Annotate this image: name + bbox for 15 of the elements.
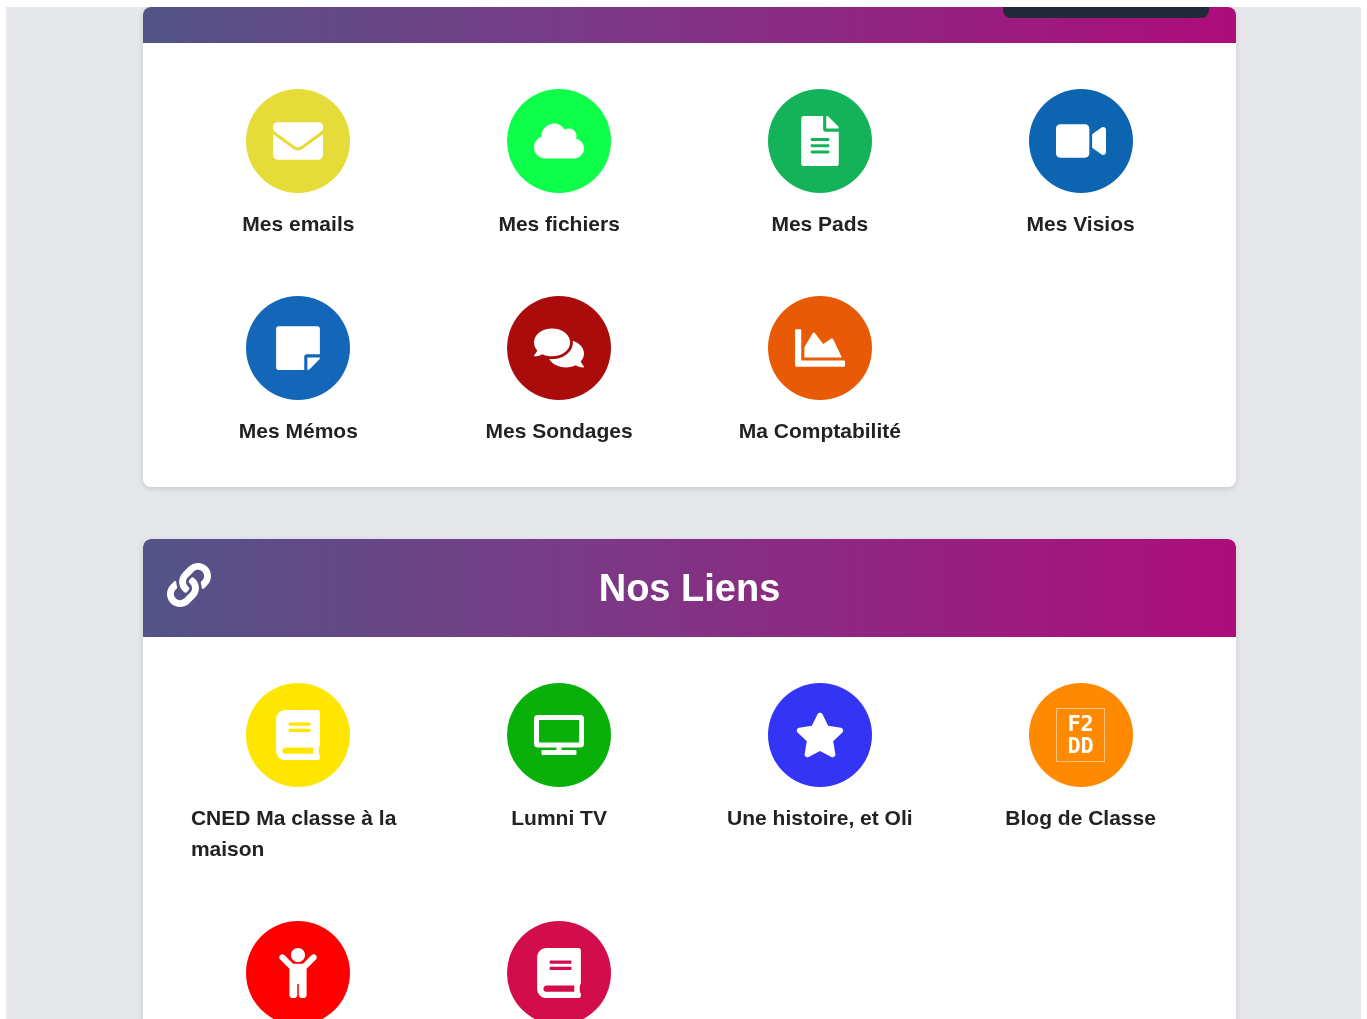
app-label[interactable]: Mes fichiers xyxy=(498,208,620,239)
logo-text: F2 DD xyxy=(1056,708,1105,762)
app-label[interactable]: Mes Visios xyxy=(1026,208,1135,239)
app-label[interactable]: Mes Sondages xyxy=(485,415,633,446)
link-icon xyxy=(167,563,211,607)
app-label[interactable]: CNED Ma classe à la maison xyxy=(190,802,406,864)
star-icon xyxy=(794,710,845,760)
app-label[interactable]: Blog de Classe xyxy=(1005,802,1156,833)
app-label[interactable]: Mes emails xyxy=(242,208,355,239)
app-label[interactable]: Une histoire, et Oli xyxy=(727,802,913,833)
app-label[interactable]: Lumni TV xyxy=(511,802,607,833)
app-label[interactable]: Mes Pads xyxy=(771,208,869,239)
app-label[interactable]: Ma Comptabilité xyxy=(738,415,901,446)
app-label[interactable]: Mes Mémos xyxy=(238,415,358,446)
section-title: Nos Liens xyxy=(598,566,781,610)
